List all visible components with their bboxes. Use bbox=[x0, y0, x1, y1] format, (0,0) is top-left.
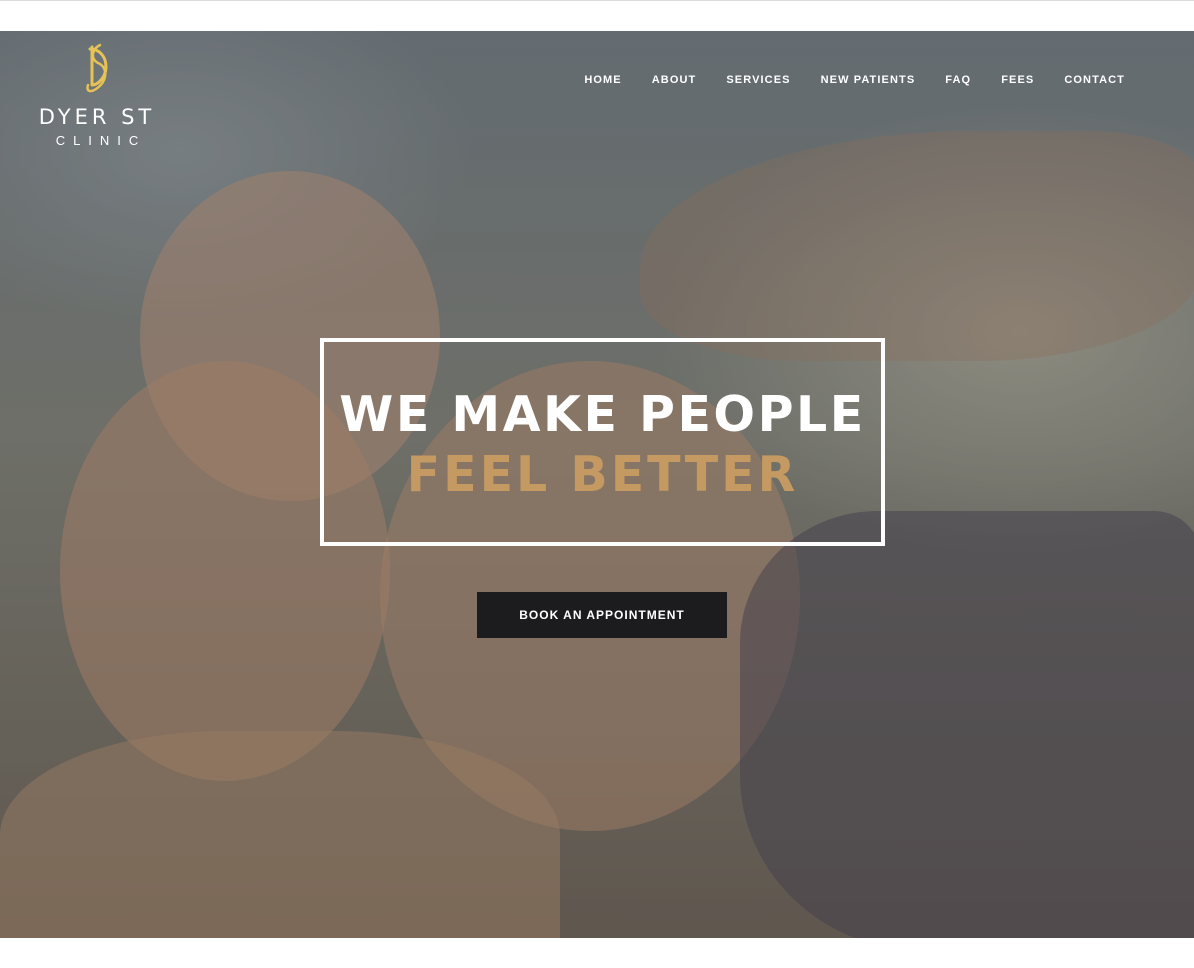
book-appointment-button[interactable]: BOOK AN APPOINTMENT bbox=[477, 592, 727, 638]
logo-mark-icon bbox=[86, 43, 108, 93]
nav-item-contact[interactable]: CONTACT bbox=[1049, 74, 1140, 86]
main-nav: HOME ABOUT SERVICES NEW PATIENTS FAQ FEE… bbox=[569, 74, 1140, 86]
hero-headline-accent: FEEL BETTER bbox=[406, 446, 799, 503]
nav-item-home[interactable]: HOME bbox=[569, 74, 636, 86]
hero-banner: DYER ST CLINIC HOME ABOUT SERVICES NEW P… bbox=[0, 31, 1194, 938]
logo[interactable]: DYER ST CLINIC bbox=[30, 41, 164, 148]
hero-headline: WE MAKE PEOPLE bbox=[339, 386, 866, 443]
headline-frame: WE MAKE PEOPLE FEEL BETTER bbox=[320, 338, 885, 546]
logo-subtitle: CLINIC bbox=[55, 133, 147, 148]
nav-item-faq[interactable]: FAQ bbox=[930, 74, 986, 86]
top-bar bbox=[0, 0, 1194, 31]
nav-item-new-patients[interactable]: NEW PATIENTS bbox=[806, 74, 931, 86]
nav-item-services[interactable]: SERVICES bbox=[711, 74, 805, 86]
logo-title: DYER ST bbox=[38, 105, 156, 129]
nav-item-fees[interactable]: FEES bbox=[986, 74, 1049, 86]
nav-item-about[interactable]: ABOUT bbox=[637, 74, 712, 86]
